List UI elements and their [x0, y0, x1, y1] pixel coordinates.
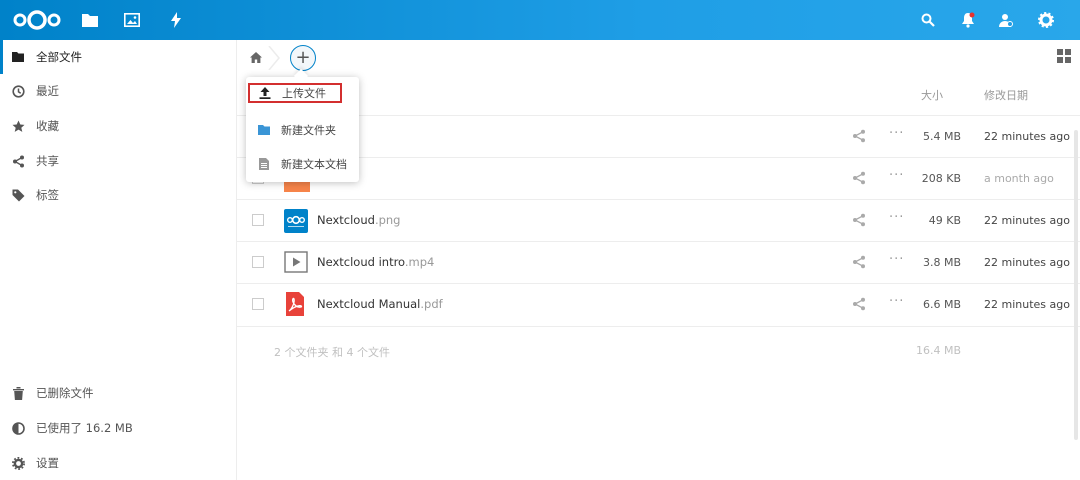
star-icon [9, 117, 27, 135]
table-row[interactable]: Nextcloud.png ··· 49 KB 22 minutes ago [237, 199, 1080, 242]
table-row[interactable]: Nextcloud intro.mp4 ··· 3.8 MB 22 minute… [237, 241, 1080, 284]
file-size: 5.4 MB [922, 130, 961, 143]
sidebar-item-shared[interactable]: 共享 [0, 144, 236, 178]
share-icon[interactable] [852, 213, 866, 227]
sidebar-item-label: 标签 [36, 188, 59, 202]
file-modified-date: 22 minutes ago [984, 298, 1070, 311]
row-checkbox[interactable] [252, 256, 264, 268]
new-text-file-menu-item[interactable]: 新建文本文档 [246, 151, 359, 177]
row-checkbox[interactable] [252, 298, 264, 310]
sidebar-item-quota: 已使用了 16.2 MB [0, 411, 236, 445]
row-checkbox[interactable] [252, 214, 264, 226]
share-icon[interactable] [852, 129, 866, 143]
file-name: Nextcloud.png [317, 213, 401, 227]
contacts-icon[interactable] [996, 0, 1016, 40]
menu-item-label: 上传文件 [282, 87, 326, 100]
menu-item-label: 新建文件夹 [281, 124, 336, 137]
sidebar: 全部文件 最近 收藏 共享 标签 已删除文件 已使用了 16.2 MB 设置 [0, 40, 237, 480]
gear-icon [9, 454, 27, 472]
table-row[interactable]: ··· 5.4 MB 22 minutes ago [237, 115, 1080, 158]
sidebar-item-label: 最近 [36, 84, 59, 98]
nextcloud-image-thumbnail [284, 209, 308, 233]
total-size: 16.4 MB [915, 344, 961, 357]
sidebar-item-settings[interactable]: 设置 [0, 446, 236, 480]
notifications-icon[interactable] [958, 0, 978, 40]
share-icon [9, 152, 27, 170]
file-modified-date: 22 minutes ago [984, 130, 1070, 143]
nextcloud-logo[interactable] [12, 0, 62, 40]
file-modified-date: 22 minutes ago [984, 214, 1070, 227]
breadcrumb-separator [268, 46, 280, 70]
share-icon[interactable] [852, 255, 866, 269]
folder-icon [9, 48, 27, 66]
new-menu-popup: 上传文件 新建文件夹 新建文本文档 [246, 77, 359, 182]
sidebar-item-tags[interactable]: 标签 [0, 178, 236, 212]
video-file-icon [284, 251, 310, 277]
top-header [0, 0, 1080, 40]
pdf-file-icon [284, 292, 310, 318]
trash-icon [9, 384, 27, 402]
table-row[interactable]: ··· 208 KB a month ago [237, 157, 1080, 200]
sidebar-item-deleted-files[interactable]: 已删除文件 [0, 376, 236, 410]
folder-icon [257, 123, 271, 137]
sidebar-item-label: 设置 [36, 456, 59, 470]
sidebar-item-favorites[interactable]: 收藏 [0, 109, 236, 143]
file-size: 208 KB [921, 172, 961, 185]
new-folder-menu-item[interactable]: 新建文件夹 [246, 117, 359, 143]
activity-icon[interactable] [166, 0, 186, 40]
sidebar-item-label: 收藏 [36, 119, 59, 133]
column-header-size[interactable]: 大小 [921, 87, 943, 103]
search-icon[interactable] [918, 0, 938, 40]
quota-icon [9, 419, 27, 437]
sidebar-item-label: 共享 [36, 154, 59, 168]
grid-view-icon[interactable] [1056, 48, 1072, 64]
settings-icon[interactable] [1036, 0, 1056, 40]
upload-file-menu-item[interactable]: 上传文件 [248, 83, 342, 103]
tag-icon [9, 186, 27, 204]
file-name: Nextcloud intro.mp4 [317, 255, 435, 269]
share-icon[interactable] [852, 297, 866, 311]
file-list-area: + 大小 修改日期 ··· 5.4 MB 22 minutes ago ··· … [237, 40, 1080, 480]
scrollbar[interactable] [1074, 130, 1078, 440]
upload-icon [258, 86, 272, 100]
home-icon[interactable] [247, 48, 265, 66]
text-file-icon [257, 157, 271, 171]
file-size: 49 KB [928, 214, 961, 227]
file-size: 3.8 MB [922, 256, 961, 269]
file-modified-date: 22 minutes ago [984, 256, 1070, 269]
file-name: Nextcloud Manual.pdf [317, 297, 443, 311]
file-size: 6.6 MB [922, 298, 961, 311]
menu-item-label: 新建文本文档 [281, 158, 347, 171]
sidebar-item-label: 全部文件 [36, 50, 82, 64]
sidebar-item-recent[interactable]: 最近 [0, 74, 236, 108]
file-modified-date: a month ago [984, 172, 1054, 185]
files-icon[interactable] [80, 0, 100, 40]
clock-icon [9, 82, 27, 100]
column-header-modified[interactable]: 修改日期 [984, 87, 1028, 103]
photos-icon[interactable] [122, 0, 142, 40]
share-icon[interactable] [852, 171, 866, 185]
new-button[interactable]: + [290, 45, 316, 71]
quota-label: 已使用了 16.2 MB [36, 421, 133, 435]
sidebar-item-all-files[interactable]: 全部文件 [0, 40, 239, 74]
file-count-summary: 2 个文件夹 和 4 个文件 [274, 346, 390, 359]
sidebar-item-label: 已删除文件 [36, 386, 94, 400]
table-row[interactable]: Nextcloud Manual.pdf ··· 6.6 MB 22 minut… [237, 283, 1080, 327]
